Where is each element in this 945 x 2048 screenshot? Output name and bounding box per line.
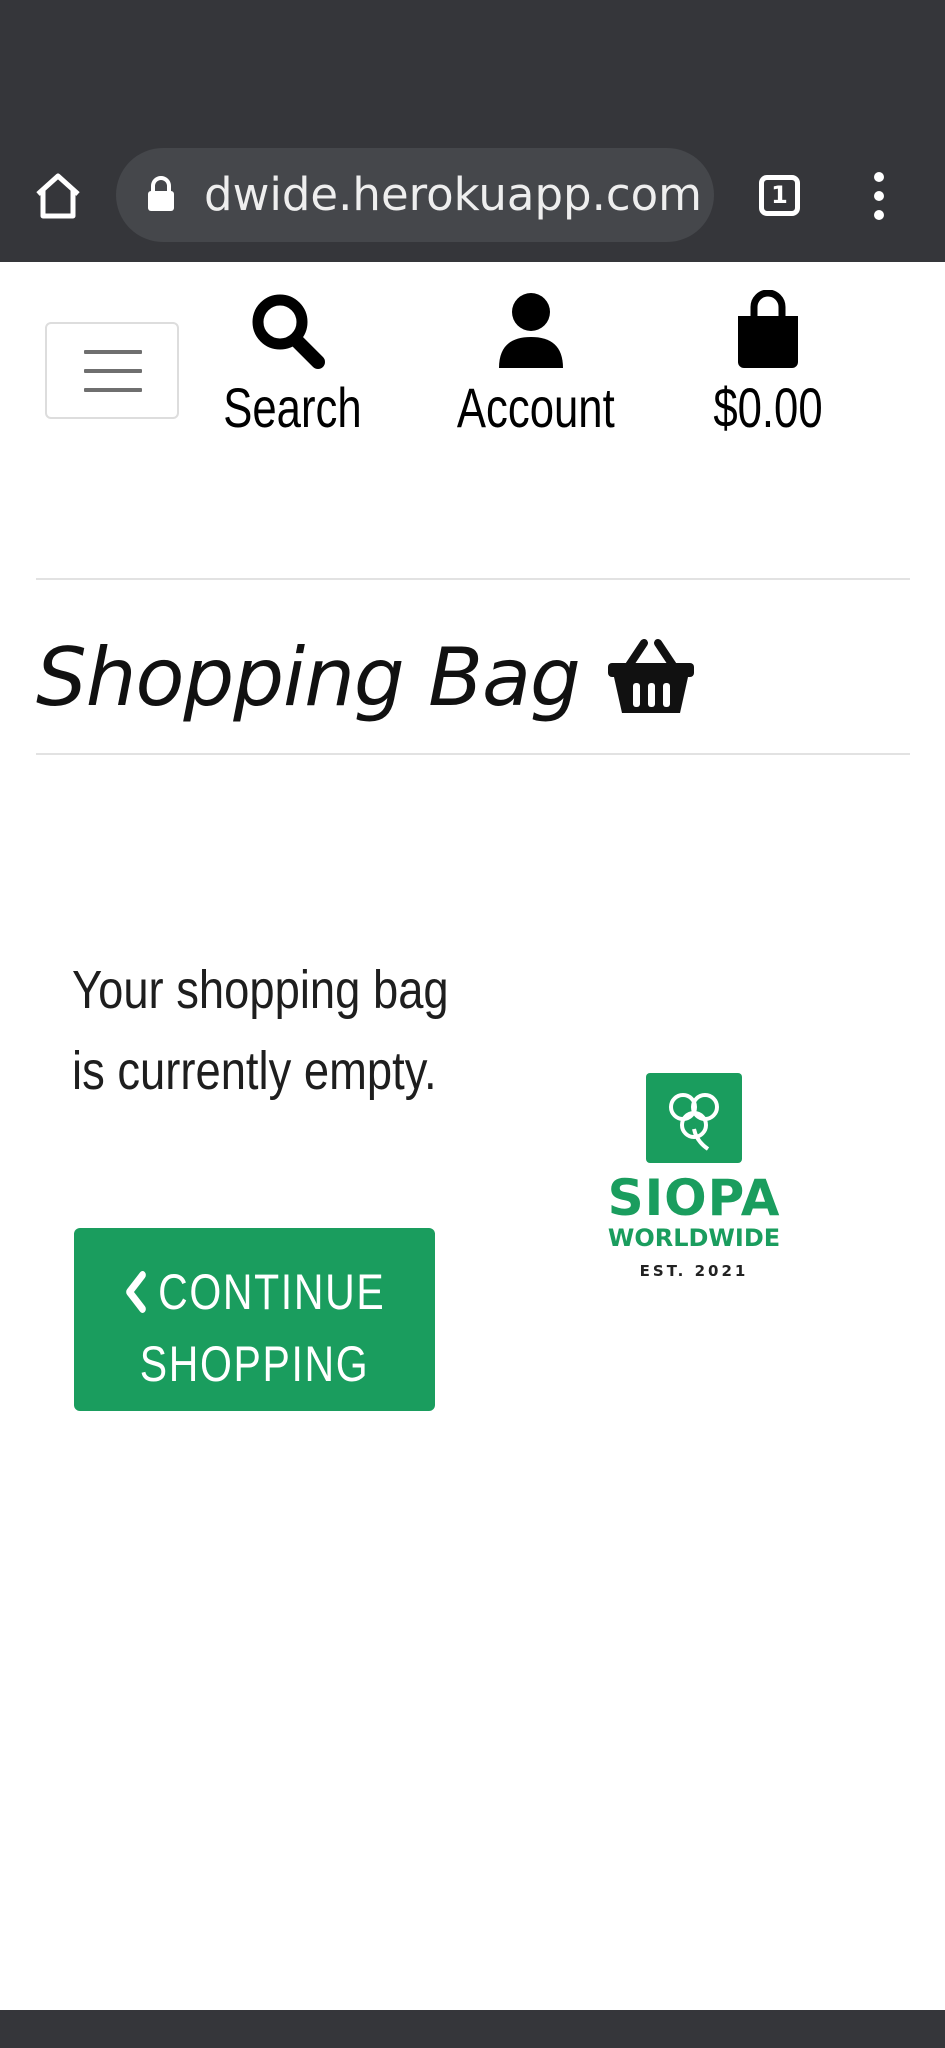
shamrock-icon <box>669 1093 719 1151</box>
continue-shopping-button[interactable]: CONTINUE SHOPPING <box>74 1228 435 1411</box>
page-title: Shopping Bag <box>36 612 696 742</box>
account-icon <box>499 293 563 368</box>
system-nav-bar <box>0 2010 945 2048</box>
chevron-left-icon <box>126 1271 146 1313</box>
logo-name: SIOPA <box>607 1169 781 1227</box>
tab-switcher-button[interactable]: 1 <box>759 175 800 216</box>
search-icon <box>252 294 325 369</box>
logo-badge <box>646 1073 742 1163</box>
nav-account-label: Account <box>456 376 615 439</box>
nav-bag[interactable]: $0.00 <box>688 290 848 438</box>
divider <box>36 753 910 755</box>
empty-bag-message: Your shopping bag is currently empty. <box>72 950 452 1112</box>
hamburger-icon <box>84 350 142 354</box>
lock-icon <box>148 176 174 211</box>
logo-tagline: WORLDWIDE <box>607 1224 781 1252</box>
page-title-text: Shopping Bag <box>36 630 581 724</box>
divider <box>36 578 910 580</box>
logo-established: EST. 2021 <box>639 1262 749 1280</box>
home-icon[interactable] <box>32 170 84 222</box>
nav-account[interactable]: Account <box>436 290 626 438</box>
address-bar[interactable]: dwide.herokuapp.com <box>116 148 714 242</box>
continue-shopping-text: CONTINUE SHOPPING <box>139 1264 386 1392</box>
browser-toolbar: dwide.herokuapp.com 1 <box>0 0 945 262</box>
empty-bag-message-text: Your shopping bag is currently empty. <box>72 960 449 1101</box>
nav-search-label: Search <box>223 376 362 439</box>
nav-toggle-button[interactable] <box>45 322 179 419</box>
bag-total: $0.00 <box>713 376 823 439</box>
more-vert-icon[interactable] <box>872 172 886 220</box>
url-text: dwide.herokuapp.com <box>204 168 702 221</box>
continue-shopping-label: CONTINUE SHOPPING <box>106 1256 402 1400</box>
basket-icon <box>607 639 694 713</box>
nav-search[interactable]: Search <box>205 290 371 438</box>
site-logo: SIOPA WORLDWIDE EST. 2021 <box>604 1070 784 1285</box>
shopping-bag-icon <box>738 290 798 368</box>
